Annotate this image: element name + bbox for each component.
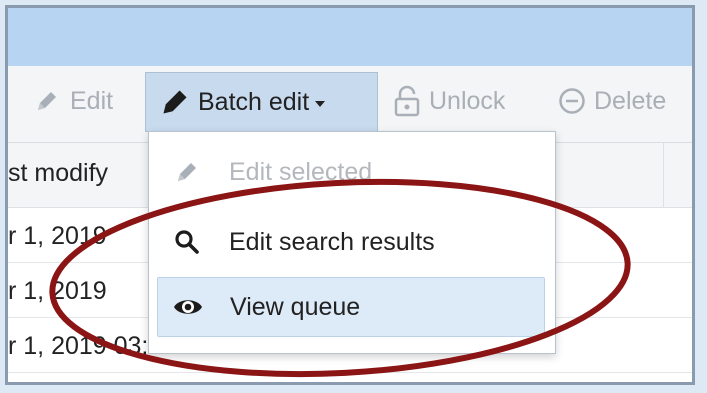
menu-item-edit-selected[interactable]: Edit selected xyxy=(157,142,545,202)
menu-item-edit-search-results[interactable]: Edit search results xyxy=(157,212,545,272)
delete-label: Delete xyxy=(594,86,667,115)
unlock-button[interactable]: Unlock xyxy=(393,84,505,118)
menu-item-label: View queue xyxy=(230,292,361,321)
app-window: Edit Batch edit Unlock Delete st modify … xyxy=(5,5,695,385)
eye-icon xyxy=(174,300,202,314)
edit-label: Edit xyxy=(70,86,114,115)
table-cell-date: r 1, 2019 xyxy=(8,277,107,305)
search-icon xyxy=(175,230,199,254)
table-cell-date: r 1, 2019 xyxy=(8,222,107,250)
header-band xyxy=(8,8,692,66)
column-divider xyxy=(663,143,664,207)
edit-button[interactable]: Edit xyxy=(34,84,113,118)
menu-item-view-queue[interactable]: View queue xyxy=(157,277,545,337)
batch-edit-menu: Edit selected Edit search results View q… xyxy=(148,131,556,354)
menu-item-label: Edit selected xyxy=(229,157,373,186)
chevron-down-icon xyxy=(315,101,326,107)
delete-button[interactable]: Delete xyxy=(558,84,666,118)
batch-edit-button[interactable]: Batch edit xyxy=(145,72,378,132)
pencil-icon xyxy=(178,163,196,181)
menu-item-label: Edit search results xyxy=(229,227,435,256)
unlock-label: Unlock xyxy=(429,86,506,115)
batch-edit-label: Batch edit xyxy=(198,87,310,116)
unlock-icon xyxy=(394,85,420,117)
pencil-icon xyxy=(163,90,187,114)
minus-circle-icon xyxy=(559,88,585,114)
column-header-label: st modify xyxy=(8,159,109,187)
pencil-icon xyxy=(38,92,56,110)
